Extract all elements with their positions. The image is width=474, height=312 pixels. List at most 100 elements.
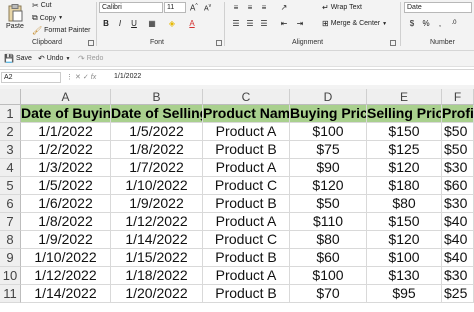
table-cell[interactable]: 1/5/2022 xyxy=(21,177,111,195)
table-cell[interactable]: $110 xyxy=(290,213,367,231)
column-header-d[interactable]: D xyxy=(290,89,367,105)
table-cell[interactable]: 1/6/2022 xyxy=(21,195,111,213)
column-header-b[interactable]: B xyxy=(111,89,203,105)
align-middle-icon[interactable]: ≡ xyxy=(244,2,256,13)
table-cell[interactable]: 1/2/2022 xyxy=(21,141,111,159)
table-cell[interactable]: Product A xyxy=(203,213,290,231)
table-cell[interactable]: $50 xyxy=(442,123,474,141)
name-box[interactable]: A2 xyxy=(1,72,61,83)
column-header-f[interactable]: F xyxy=(442,89,474,105)
table-cell[interactable]: $75 xyxy=(290,141,367,159)
table-cell[interactable]: 1/10/2022 xyxy=(21,249,111,267)
increase-font-button[interactable]: A^ xyxy=(190,3,198,13)
orientation-icon[interactable]: ↗ xyxy=(278,2,290,13)
table-cell[interactable]: Product B xyxy=(203,195,290,213)
header-cell[interactable]: Profit xyxy=(442,105,474,123)
table-cell[interactable]: $95 xyxy=(367,285,442,303)
paste-button[interactable]: Paste xyxy=(6,4,24,30)
alignment-launcher-icon[interactable] xyxy=(390,40,396,46)
header-cell[interactable]: Selling Price xyxy=(367,105,442,123)
table-cell[interactable]: Product B xyxy=(203,141,290,159)
table-cell[interactable]: $50 xyxy=(442,141,474,159)
font-size-dropdown[interactable]: 11 xyxy=(164,2,186,13)
table-cell[interactable]: Product A xyxy=(203,123,290,141)
function-icon[interactable]: fx xyxy=(91,74,96,81)
table-cell[interactable]: $30 xyxy=(442,159,474,177)
table-cell[interactable]: Product B xyxy=(203,249,290,267)
table-cell[interactable]: $120 xyxy=(367,159,442,177)
font-name-dropdown[interactable]: Calibri xyxy=(99,2,163,13)
table-cell[interactable]: 1/15/2022 xyxy=(111,249,203,267)
table-cell[interactable]: 1/12/2022 xyxy=(111,213,203,231)
formula-input[interactable]: 1/1/2022 xyxy=(114,73,141,80)
align-left-icon[interactable]: ☰ xyxy=(230,18,242,29)
enter-icon[interactable]: ✓ xyxy=(83,73,89,81)
row-header[interactable]: 8 xyxy=(0,231,21,249)
header-cell[interactable]: Date of Buying xyxy=(21,105,111,123)
decrease-indent-icon[interactable]: ⇤ xyxy=(278,18,290,29)
number-format-dropdown[interactable]: Date xyxy=(404,2,472,13)
table-cell[interactable]: $120 xyxy=(290,177,367,195)
header-cell[interactable]: Product Name xyxy=(203,105,290,123)
row-header[interactable]: 4 xyxy=(0,159,21,177)
table-cell[interactable]: 1/3/2022 xyxy=(21,159,111,177)
wrap-text-button[interactable]: ↵ Wrap Text xyxy=(322,3,362,12)
increase-decimal-icon[interactable]: .0 xyxy=(448,18,460,29)
align-right-icon[interactable]: ☰ xyxy=(258,18,270,29)
table-cell[interactable]: Product B xyxy=(203,285,290,303)
table-cell[interactable]: $130 xyxy=(367,267,442,285)
table-cell[interactable]: 1/9/2022 xyxy=(21,231,111,249)
font-launcher-icon[interactable] xyxy=(216,40,222,46)
table-cell[interactable]: $100 xyxy=(290,123,367,141)
save-button[interactable]: 💾 Save xyxy=(4,54,32,63)
table-cell[interactable]: 1/20/2022 xyxy=(111,285,203,303)
table-cell[interactable]: $25 xyxy=(442,285,474,303)
table-cell[interactable]: Product A xyxy=(203,267,290,285)
table-cell[interactable]: $60 xyxy=(290,249,367,267)
column-header-c[interactable]: C xyxy=(203,89,290,105)
row-header[interactable]: 11 xyxy=(0,285,21,303)
row-header[interactable]: 9 xyxy=(0,249,21,267)
row-header[interactable]: 7 xyxy=(0,213,21,231)
table-cell[interactable]: 1/1/2022 xyxy=(21,123,111,141)
table-cell[interactable]: 1/8/2022 xyxy=(21,213,111,231)
header-cell[interactable]: Date of Selling xyxy=(111,105,203,123)
italic-icon[interactable]: I xyxy=(114,18,126,29)
table-cell[interactable]: 1/14/2022 xyxy=(111,231,203,249)
table-cell[interactable]: 1/14/2022 xyxy=(21,285,111,303)
table-cell[interactable]: $100 xyxy=(290,267,367,285)
table-cell[interactable]: $150 xyxy=(367,123,442,141)
underline-icon[interactable]: U xyxy=(128,18,140,29)
table-cell[interactable]: 1/5/2022 xyxy=(111,123,203,141)
table-cell[interactable]: $50 xyxy=(290,195,367,213)
table-cell[interactable]: 1/7/2022 xyxy=(111,159,203,177)
increase-indent-icon[interactable]: ⇥ xyxy=(294,18,306,29)
clipboard-launcher-icon[interactable] xyxy=(88,40,94,46)
comma-style-icon[interactable]: , xyxy=(434,18,446,29)
merge-center-button[interactable]: ⊞ Merge & Center ▼ xyxy=(322,19,387,28)
copy-button[interactable]: ⧉ Copy ▼ xyxy=(32,13,63,23)
table-cell[interactable]: $40 xyxy=(442,213,474,231)
table-cell[interactable]: $30 xyxy=(442,267,474,285)
bold-icon[interactable]: B xyxy=(100,18,112,29)
table-cell[interactable]: $60 xyxy=(442,177,474,195)
decrease-font-button[interactable]: Av xyxy=(204,3,211,12)
font-color-icon[interactable]: A xyxy=(186,18,198,29)
table-cell[interactable]: $120 xyxy=(367,231,442,249)
row-header[interactable]: 3 xyxy=(0,141,21,159)
table-cell[interactable]: $40 xyxy=(442,249,474,267)
table-cell[interactable]: $150 xyxy=(367,213,442,231)
undo-button[interactable]: ↶ Undo ▼ xyxy=(38,54,70,63)
align-center-icon[interactable]: ☰ xyxy=(244,18,256,29)
cut-button[interactable]: ✂ Cut xyxy=(32,1,52,10)
table-cell[interactable]: 1/18/2022 xyxy=(111,267,203,285)
table-cell[interactable]: $180 xyxy=(367,177,442,195)
table-cell[interactable]: $40 xyxy=(442,231,474,249)
percent-style-icon[interactable]: % xyxy=(420,18,432,29)
column-header-a[interactable]: A xyxy=(21,89,111,105)
table-cell[interactable]: 1/9/2022 xyxy=(111,195,203,213)
table-cell[interactable]: Product C xyxy=(203,231,290,249)
table-cell[interactable]: 1/12/2022 xyxy=(21,267,111,285)
table-cell[interactable]: Product C xyxy=(203,177,290,195)
borders-icon[interactable]: ▦ xyxy=(146,18,158,29)
